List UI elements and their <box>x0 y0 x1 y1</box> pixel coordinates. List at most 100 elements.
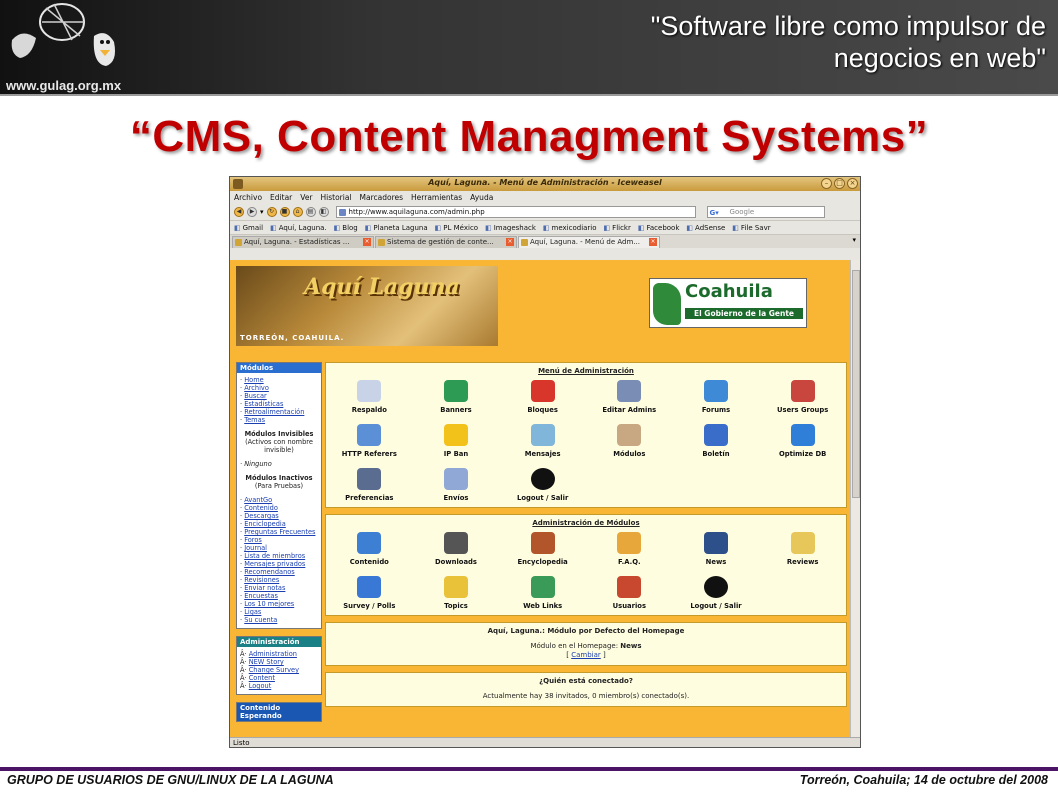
close-tab-icon[interactable]: × <box>363 238 371 246</box>
inactive-link[interactable]: Los 10 mejores <box>244 600 294 608</box>
admin-link[interactable]: Administration <box>249 650 297 658</box>
admin-shortcut[interactable]: Módulos <box>586 419 673 463</box>
admin-shortcut[interactable]: Respaldo <box>326 375 413 419</box>
admin-shortcut[interactable]: Boletín <box>673 419 760 463</box>
bookmark-item[interactable]: Blog <box>334 224 357 232</box>
bookmark-item[interactable]: AdSense <box>686 224 725 232</box>
menu-ayuda[interactable]: Ayuda <box>470 193 493 202</box>
close-tab-icon[interactable]: × <box>649 238 657 246</box>
inactive-link[interactable]: Recomendanos <box>244 568 295 576</box>
module-link[interactable]: Retroalimentación <box>244 408 304 416</box>
faq-icon[interactable] <box>617 532 642 554</box>
url-input[interactable]: http://www.aquilaguna.com/admin.php <box>335 206 696 218</box>
admin-link[interactable]: Logout <box>249 682 272 690</box>
history-dropdown-icon[interactable]: ▾ <box>260 208 264 216</box>
forums-icon[interactable] <box>703 380 728 402</box>
admin-shortcut[interactable]: Forums <box>673 375 760 419</box>
inactive-link[interactable]: Ligas <box>244 608 261 616</box>
module-link[interactable]: Estadísticas <box>244 400 283 408</box>
inactive-link[interactable]: AvantGo <box>244 496 272 504</box>
bookmark-item[interactable]: Aquí, Laguna. <box>270 224 327 232</box>
admin-link[interactable]: NEW Story <box>249 658 284 666</box>
optimize-db-icon[interactable] <box>790 424 815 446</box>
web-links-icon[interactable] <box>530 576 555 598</box>
inactive-link[interactable]: Foros <box>244 536 262 544</box>
module-link[interactable]: Buscar <box>244 392 267 400</box>
bookmark-item[interactable]: File Savr <box>732 224 771 232</box>
admin-shortcut[interactable]: Web Links <box>499 571 586 615</box>
vertical-scrollbar[interactable] <box>850 260 860 737</box>
submissions-icon[interactable] <box>443 468 468 490</box>
menu-historial[interactable]: Historial <box>321 193 352 202</box>
news-icon[interactable] <box>703 532 728 554</box>
preferences-icon[interactable] <box>357 468 382 490</box>
admin-shortcut[interactable]: Contenido <box>326 527 413 571</box>
bookmark-item[interactable]: Gmail <box>234 224 263 232</box>
bookmark-item[interactable]: Planeta Laguna <box>365 224 427 232</box>
admin-shortcut[interactable]: Survey / Polls <box>326 571 413 615</box>
messages-icon[interactable] <box>530 424 555 446</box>
bookmark-page-icon[interactable]: ▤ <box>305 207 316 217</box>
inactive-link[interactable]: Enviar notas <box>244 584 285 592</box>
module-link[interactable]: Archivo <box>244 384 269 392</box>
admin-shortcut[interactable]: Topics <box>413 571 500 615</box>
admin-shortcut[interactable]: IP Ban <box>413 419 500 463</box>
modules-icon[interactable] <box>617 424 642 446</box>
admin-shortcut[interactable]: Preferencias <box>326 463 413 507</box>
admin-shortcut[interactable]: Logout / Salir <box>673 571 760 615</box>
bookmark-item[interactable]: PL México <box>435 224 478 232</box>
menu-herramientas[interactable]: Herramientas <box>411 193 462 202</box>
admin-shortcut[interactable]: Optimize DB <box>759 419 846 463</box>
home-icon[interactable]: ⌂ <box>292 207 303 217</box>
tab-menu-admin[interactable]: Aquí, Laguna. - Menú de Adm... × <box>518 236 660 248</box>
downloads-icon[interactable] <box>443 532 468 554</box>
admin-shortcut[interactable]: Usuarios <box>586 571 673 615</box>
change-link[interactable]: Cambiar <box>571 651 601 659</box>
stop-icon[interactable]: ■ <box>279 207 290 217</box>
admin-shortcut[interactable]: Reviews <box>759 527 846 571</box>
admin-link[interactable]: Change Survey <box>249 666 299 674</box>
inactive-link[interactable]: Lista de miembros <box>244 552 305 560</box>
module-link[interactable]: Temas <box>244 416 265 424</box>
inactive-link[interactable]: Mensajes privados <box>244 560 305 568</box>
admin-shortcut[interactable]: Bloques <box>499 375 586 419</box>
admin-shortcut[interactable]: Envíos <box>413 463 500 507</box>
inactive-link[interactable]: Enciclopedia <box>244 520 286 528</box>
bookmark-item[interactable]: mexicodiario <box>543 224 597 232</box>
admin-shortcut[interactable]: F.A.Q. <box>586 527 673 571</box>
inactive-link[interactable]: Encuestas <box>244 592 278 600</box>
newsletter-icon[interactable] <box>703 424 728 446</box>
encyclopedia-icon[interactable] <box>530 532 555 554</box>
admin-shortcut[interactable]: Downloads <box>413 527 500 571</box>
ip-ban-icon[interactable] <box>443 424 468 446</box>
aqui-laguna-banner[interactable]: Aquí Laguna TORREÓN, COAHUILA. <box>236 266 498 346</box>
menu-editar[interactable]: Editar <box>270 193 292 202</box>
inactive-link[interactable]: Descargas <box>244 512 279 520</box>
maximize-icon[interactable]: □ <box>834 178 845 189</box>
page-action-icon[interactable]: ◧ <box>318 207 329 217</box>
tab-estadisticas[interactable]: Aquí, Laguna. - Estadísticas ... × <box>232 236 374 248</box>
tab-list-icon[interactable]: ▾ <box>852 236 856 244</box>
survey-icon[interactable] <box>357 576 382 598</box>
menu-ver[interactable]: Ver <box>300 193 312 202</box>
content-icon[interactable] <box>357 532 382 554</box>
tab-sistema-gestion[interactable]: Sistema de gestión de conte... × <box>375 236 517 248</box>
bookmark-item[interactable]: Facebook <box>638 224 680 232</box>
inactive-link[interactable]: Journal <box>244 544 267 552</box>
logout-icon[interactable] <box>530 468 555 490</box>
admin-shortcut[interactable]: News <box>673 527 760 571</box>
inactive-link[interactable]: Su cuenta <box>244 616 277 624</box>
admin-shortcut[interactable]: Banners <box>413 375 500 419</box>
admin-shortcut[interactable]: Mensajes <box>499 419 586 463</box>
admin-shortcut[interactable]: Users Groups <box>759 375 846 419</box>
close-tab-icon[interactable]: × <box>506 238 514 246</box>
scrollbar-thumb[interactable] <box>852 270 860 498</box>
menu-marcadores[interactable]: Marcadores <box>360 193 404 202</box>
backup-icon[interactable] <box>357 380 382 402</box>
admin-link[interactable]: Content <box>249 674 275 682</box>
logout-icon[interactable] <box>703 576 728 598</box>
back-icon[interactable]: ◀ <box>234 207 244 217</box>
coahuila-ad[interactable]: Coahuila El Gobierno de la Gente <box>649 278 807 328</box>
referers-icon[interactable] <box>357 424 382 446</box>
admin-shortcut[interactable]: HTTP Referers <box>326 419 413 463</box>
